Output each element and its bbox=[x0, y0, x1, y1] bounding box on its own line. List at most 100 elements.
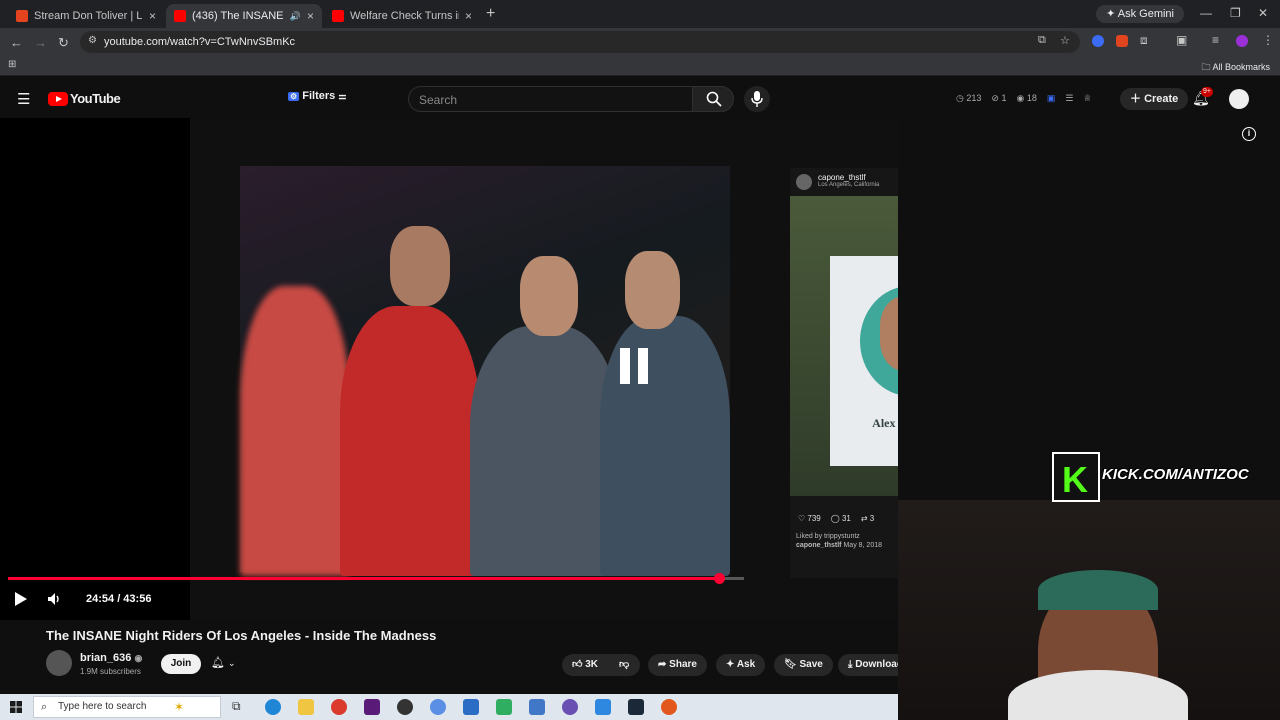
bookmark-star-icon[interactable]: ☆ bbox=[1060, 34, 1070, 47]
app-icon[interactable] bbox=[529, 699, 545, 715]
app-icon[interactable] bbox=[463, 699, 479, 715]
search-input[interactable] bbox=[409, 87, 692, 113]
reload-icon[interactable]: ↻ bbox=[58, 35, 69, 51]
group-photo bbox=[240, 166, 730, 576]
back-arrow-icon[interactable]: ← bbox=[10, 35, 23, 50]
save-button[interactable]: 🔖︎ Save bbox=[774, 654, 833, 676]
progress-bar[interactable] bbox=[8, 573, 744, 584]
app-icon[interactable] bbox=[496, 699, 512, 715]
tab-welfare-check[interactable]: Welfare Check Turns into Dead × bbox=[324, 4, 480, 28]
hamburger-menu-icon[interactable]: ☰ bbox=[17, 90, 30, 108]
apps-grid-icon[interactable]: ⊞ bbox=[8, 59, 16, 70]
forward-arrow-icon[interactable]: → bbox=[34, 35, 47, 50]
all-bookmarks-button[interactable]: 🗀 All Bookmarks bbox=[1201, 60, 1270, 76]
maximize-icon[interactable]: ❐ bbox=[1230, 6, 1241, 20]
taskbar-search-placeholder: Type here to search bbox=[58, 701, 147, 712]
trophy-icon[interactable]: ♕ bbox=[1083, 93, 1091, 104]
video-player[interactable]: capone_thstlf Los Angeles, California ··… bbox=[0, 118, 898, 620]
ig-liked-by: Liked by trippystuntz bbox=[796, 533, 860, 540]
download-button[interactable]: ⤓ Download bbox=[838, 654, 898, 676]
search-box[interactable] bbox=[408, 86, 692, 113]
split-view-icon[interactable]: ▣ bbox=[1176, 33, 1187, 47]
bell-icon: 🔔︎ bbox=[211, 657, 225, 669]
channel-avatar[interactable] bbox=[46, 650, 72, 676]
notification-count-badge: 9+ bbox=[1201, 87, 1213, 97]
ig-caption-user: capone_thstlf bbox=[796, 542, 842, 549]
close-window-icon[interactable]: ✕ bbox=[1258, 6, 1268, 20]
discord-icon[interactable] bbox=[562, 699, 578, 715]
tab-youtube-night-riders[interactable]: (436) The INSANE Night Rid 🔊 × bbox=[166, 4, 322, 28]
close-icon[interactable]: × bbox=[307, 9, 314, 23]
steam-icon[interactable] bbox=[628, 699, 644, 715]
close-icon[interactable]: × bbox=[149, 9, 156, 23]
share-button[interactable]: ➦ Share bbox=[648, 654, 707, 676]
search-button[interactable] bbox=[692, 86, 734, 112]
search-highlight-icon: ✶ bbox=[174, 700, 185, 714]
pause-overlay-icon[interactable] bbox=[620, 348, 650, 384]
more-menu-icon[interactable]: ⋮ bbox=[1262, 33, 1274, 47]
dislike-button[interactable]: 👎︎ bbox=[612, 654, 640, 676]
comment-icon: ◯ 31 bbox=[830, 514, 851, 523]
progress-scrubber[interactable] bbox=[713, 573, 725, 584]
stat-a-value: 1 bbox=[1001, 93, 1007, 103]
info-icon[interactable]: i bbox=[1242, 127, 1256, 141]
edge-browser-icon[interactable] bbox=[265, 699, 281, 715]
windows-start-icon[interactable] bbox=[10, 701, 22, 713]
youtube-logo[interactable]: YouTube bbox=[48, 91, 121, 106]
minimize-icon[interactable]: — bbox=[1200, 6, 1212, 20]
install-app-icon[interactable]: ⧉ bbox=[1038, 34, 1046, 47]
kick-url-text: KICK.COM/ANTIZOC bbox=[1102, 466, 1249, 483]
share-arrow-icon: ➦ bbox=[658, 659, 667, 670]
close-icon[interactable]: × bbox=[465, 9, 472, 23]
youtube-logo-text: YouTube bbox=[70, 91, 121, 106]
list-icon[interactable]: ☰ bbox=[1065, 93, 1073, 104]
file-explorer-icon[interactable] bbox=[298, 699, 314, 715]
app-icon[interactable] bbox=[364, 699, 380, 715]
account-avatar[interactable] bbox=[1229, 89, 1249, 109]
app-icon[interactable] bbox=[430, 699, 446, 715]
extensions-puzzle-icon[interactable]: ⧈ bbox=[1140, 33, 1148, 48]
app-icon[interactable] bbox=[661, 699, 677, 715]
chrome-icon[interactable] bbox=[331, 699, 347, 715]
channel-name[interactable]: brian_636 ◉ bbox=[80, 652, 142, 664]
extension-icon[interactable] bbox=[1092, 35, 1104, 47]
app-icon[interactable] bbox=[595, 699, 611, 715]
app-icon[interactable] bbox=[397, 699, 413, 715]
join-button[interactable]: Join bbox=[161, 654, 201, 674]
task-view-icon[interactable]: ⧉ bbox=[232, 699, 248, 715]
play-icon[interactable] bbox=[14, 591, 28, 607]
tab-spotify-don-toliver[interactable]: Stream Don Toliver | Listen to m × bbox=[8, 4, 164, 28]
ig-caption-date: May 8, 2018 bbox=[843, 542, 882, 549]
person-red-shirt bbox=[340, 306, 480, 576]
create-button[interactable]: ＋ Create bbox=[1120, 88, 1189, 110]
voice-search-button[interactable] bbox=[744, 86, 770, 112]
tab-title: Welfare Check Turns into Dead bbox=[350, 10, 459, 22]
taskbar-search-box[interactable]: ⌕ Type here to search ✶ bbox=[33, 696, 221, 718]
youtube-favicon-icon bbox=[174, 10, 186, 22]
volume-icon[interactable] bbox=[47, 591, 63, 607]
address-bar[interactable]: ⚙ youtube.com/watch?v=CTwNnvSBmKc ⧉ ☆ bbox=[80, 31, 1080, 53]
ig-engagement: ♡ 739 ◯ 31 ⇄ 3 bbox=[798, 514, 874, 523]
ask-gemini-label: Ask Gemini bbox=[1117, 8, 1174, 20]
site-info-icon[interactable]: ⚙ bbox=[88, 35, 97, 46]
extension-icon[interactable]: ▣ bbox=[1047, 93, 1056, 104]
stat-b-value: 18 bbox=[1026, 93, 1037, 103]
like-button[interactable]: 👍︎ 3K bbox=[562, 654, 612, 676]
time-display: 24:54 / 43:56 bbox=[86, 593, 152, 605]
video-frame: capone_thstlf Los Angeles, California ··… bbox=[190, 118, 898, 620]
ig-comment-count: 31 bbox=[841, 514, 851, 523]
new-tab-plus-icon[interactable]: + bbox=[486, 5, 495, 23]
speaker-icon[interactable]: 🔊 bbox=[290, 11, 301, 22]
memorial-sign: Alex Jaramillo bbox=[830, 256, 898, 466]
ask-gemini-button[interactable]: ✦ Ask Gemini bbox=[1096, 5, 1184, 23]
person-face bbox=[520, 256, 578, 336]
progress-fill bbox=[8, 577, 719, 580]
extension-icon[interactable] bbox=[1116, 35, 1128, 47]
webcam-overlay bbox=[898, 500, 1280, 720]
media-controls-icon[interactable]: ≡ bbox=[1212, 33, 1219, 47]
filters-button[interactable]: ⚙ Filters ⚌ bbox=[288, 90, 346, 102]
bookmark-icon: 🔖︎ bbox=[784, 659, 797, 670]
ask-button[interactable]: ✦ Ask bbox=[716, 654, 766, 676]
notifications-dropdown[interactable]: 🔔︎ ⌄ bbox=[211, 656, 236, 669]
profile-avatar[interactable] bbox=[1236, 35, 1248, 47]
